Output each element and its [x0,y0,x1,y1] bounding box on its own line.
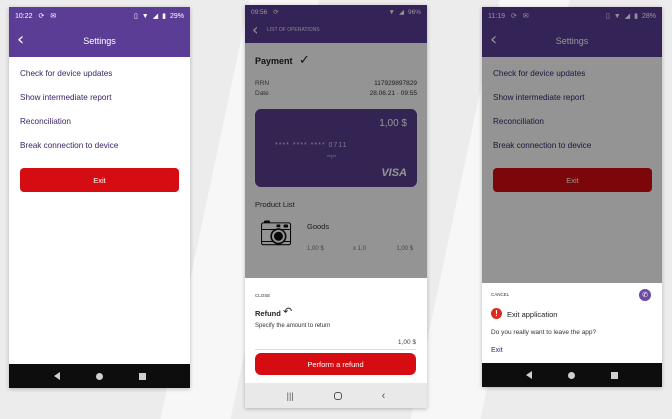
navigation-bar: ||| ‹ [245,383,427,408]
nav-recents-icon[interactable] [138,372,146,380]
refund-amount-field[interactable]: 1,00 $ [398,339,416,346]
wifi-icon: ▼ [141,12,149,20]
dim-overlay[interactable] [245,5,427,278]
vibrate-icon: ▯ [133,13,138,20]
phone-icon: ✆ [639,289,651,301]
menu-item-check-updates[interactable]: Check for device updates [20,69,112,78]
refund-sheet: CLOSE Refund ↶ Specify the amount to ret… [245,278,427,383]
nav-recents-icon[interactable]: ||| [287,391,294,401]
refund-subtitle: Specify the amount to return [255,323,331,329]
nav-home-icon[interactable] [333,391,342,400]
navigation-bar [482,363,662,387]
notification-icon: ✉ [50,13,57,20]
menu-item-reconciliation[interactable]: Reconciliation [20,117,71,126]
sheet-close-button[interactable]: CLOSE [255,293,270,298]
battery-level: 29% [169,12,184,20]
dialog-exit-button[interactable]: Exit [491,347,503,354]
sheet-cancel-button[interactable]: CANCEL [491,292,509,297]
refund-title: Refund [255,309,281,318]
dialog-text: Do you really want to leave the app? [491,329,597,336]
battery-icon: ▮ [162,13,166,20]
signal-icon: ◢ [152,13,159,20]
menu-item-break-connection[interactable]: Break connection to device [20,141,118,150]
warning-icon: ! [491,308,502,319]
exit-button[interactable]: Exit [20,168,179,192]
nav-back-icon[interactable] [526,371,532,379]
status-time: 10:22 [15,12,33,20]
sync-icon: ⟳ [38,13,45,20]
nav-back-icon[interactable]: ‹ [382,390,386,402]
phone-exit-dialog: 11:19 ⟳ ✉ ▯ ▼ ◢ ▮ 28% ‹ Settings Check for dev… [482,7,662,387]
nav-recents-icon[interactable] [611,371,618,379]
amount-underline [255,349,416,350]
app-header: ‹ Settings [9,25,190,57]
phone-settings: 10:22 ⟳ ✉ ▯ ▼ ◢ ▮ 29% ‹ Settings Check for dev… [9,7,190,388]
status-bar: 10:22 ⟳ ✉ ▯ ▼ ◢ ▮ 29% [9,7,190,25]
menu-item-intermediate-report[interactable]: Show intermediate report [20,93,111,102]
navigation-bar [9,364,190,388]
nav-home-icon[interactable] [568,371,575,379]
dialog-title: Exit application [507,310,558,319]
nav-back-icon[interactable] [53,372,60,380]
phone-payment-refund: 09:56 ⟳ ▼ ◢ 96% ‹ LIST OF OPERATIONS Paymen… [245,5,427,408]
perform-refund-button[interactable]: Perform a refund [255,353,416,375]
refund-icon: ↶ [283,305,293,318]
page-title: Settings [83,36,116,46]
exit-sheet: CANCEL ✆ ! Exit application Do you reall… [482,283,662,363]
dim-overlay[interactable] [482,7,662,283]
nav-home-icon[interactable] [95,372,103,380]
